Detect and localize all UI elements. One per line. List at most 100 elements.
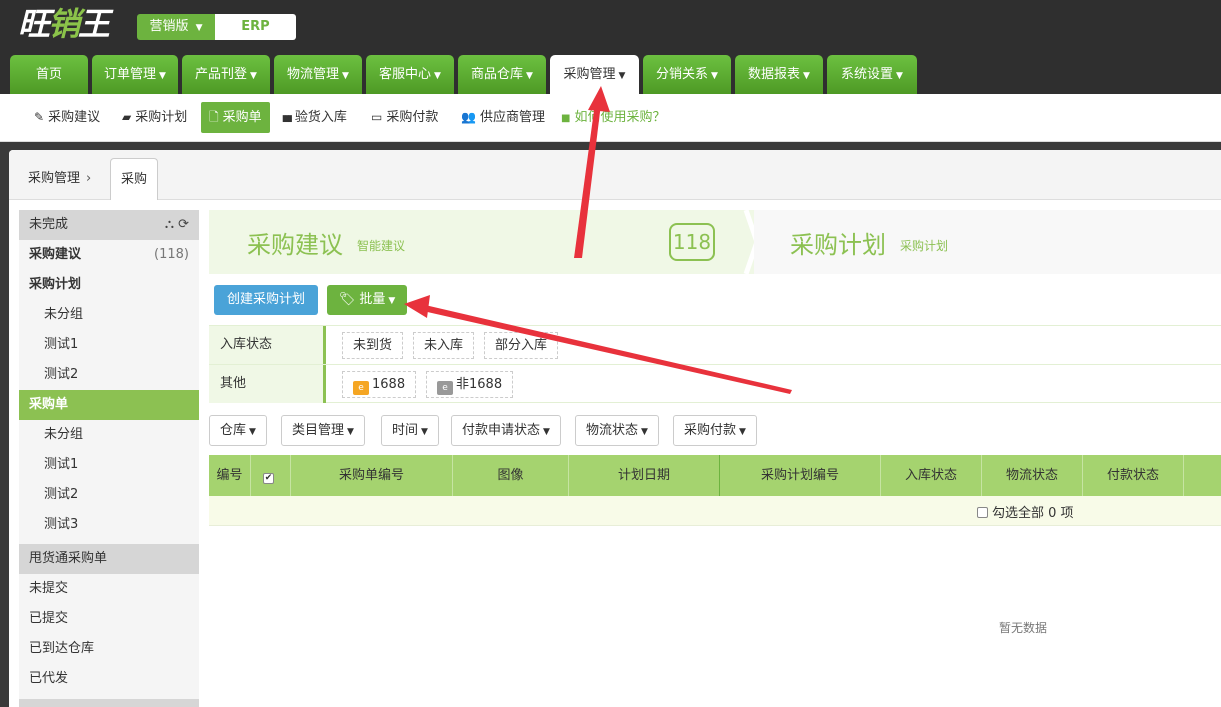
nav-tab-label: 产品刊登 — [195, 67, 248, 82]
file-icon: 🗋 — [209, 110, 219, 124]
dropdown-category[interactable]: 类目管理 ▼ — [281, 415, 365, 446]
col-plan-date[interactable]: 计划日期 — [569, 455, 720, 496]
sidebar-item-label: 采购单 — [29, 397, 69, 412]
filter-row-stock-status: 入库状态 未到货 未入库 部分入库 — [209, 325, 1221, 364]
dropdown-label: 仓库 — [220, 423, 247, 438]
checkbox-icon — [977, 507, 988, 518]
col-plan-number[interactable]: 采购计划编号 — [720, 455, 881, 496]
caret-down-icon: ▼ — [250, 71, 257, 81]
sidebar-item-label: 已提交 — [29, 611, 69, 626]
sidebar-item-order-ungrouped[interactable]: 未分组 — [19, 420, 199, 450]
app-logo[interactable]: 旺销王 — [18, 4, 130, 44]
sidebar-item-submitted[interactable]: 已提交 — [19, 604, 199, 634]
nav-tab-settings[interactable]: 系统设置 ▼ — [827, 55, 917, 94]
subnav-label: 如何使用采购？ — [574, 110, 666, 125]
dropdown-logistics-status[interactable]: 物流状态 ▼ — [575, 415, 659, 446]
sidebar-item-order-test3[interactable]: 测试3 — [19, 510, 199, 540]
alibaba-1688-icon: e — [353, 381, 369, 395]
col-payment-status[interactable]: 付款状态 — [1083, 455, 1184, 496]
subnav-label: 供应商管理 — [479, 110, 545, 125]
filter-chip-partial-stocked[interactable]: 部分入库 — [484, 332, 559, 359]
batch-button[interactable]: 🏷 批量 ▼ — [327, 285, 407, 315]
dropdown-time[interactable]: 时间 ▼ — [381, 415, 439, 446]
nav-tab-listing[interactable]: 产品刊登 ▼ — [182, 55, 270, 94]
nav-tab-label: 采购管理 — [563, 67, 616, 82]
video-icon: ■ — [561, 113, 571, 124]
nav-tab-label: 首页 — [35, 67, 62, 82]
breadcrumb-parent[interactable]: 采购管理 › — [28, 167, 91, 186]
filter-chip-non-1688[interactable]: e 非1688 — [426, 371, 514, 398]
section-title: 甩货通采购单 — [29, 551, 108, 566]
caret-down-icon: ▼ — [421, 427, 428, 437]
sitemap-icon[interactable]: ⛬ — [165, 217, 174, 232]
dropdown-purchase-payment[interactable]: 采购付款 ▼ — [673, 415, 757, 446]
col-stock-status[interactable]: 入库状态 — [881, 455, 982, 496]
subnav-purchase-plan[interactable]: ▰ 采购计划 — [122, 102, 187, 133]
subnav-label: 采购计划 — [135, 110, 188, 125]
subnav-purchase-order[interactable]: 🗋 采购单 — [201, 102, 270, 133]
step-purchase-suggestion[interactable]: 采购建议 智能建议 118 — [209, 210, 749, 274]
nav-tab-reports[interactable]: 数据报表 ▼ — [735, 55, 823, 94]
nav-tab-orders[interactable]: 订单管理 ▼ — [92, 55, 178, 94]
nav-tab-label: 分销关系 — [656, 67, 709, 82]
sidebar-item-not-submitted[interactable]: 未提交 — [19, 574, 199, 604]
filter-chip-1688[interactable]: e 1688 — [342, 371, 417, 398]
dropdown-payment-request-status[interactable]: 付款申请状态 ▼ — [451, 415, 561, 446]
sidebar-item-order-test1[interactable]: 测试1 — [19, 450, 199, 480]
select-all-checkbox[interactable]: 勾选全部 0 项 — [977, 502, 1074, 521]
subnav-suppliers[interactable]: 👥 供应商管理 — [461, 102, 545, 133]
filter-chip-not-stocked[interactable]: 未入库 — [413, 332, 475, 359]
subnav-help-link[interactable]: ■ 如何使用采购？ — [561, 102, 665, 133]
sidebar-item-purchase-plan[interactable]: 采购计划 — [19, 270, 199, 300]
caret-down-icon: ▼ — [618, 71, 626, 81]
subnav-inspection[interactable]: ▮▮▮ 验货入库 — [282, 102, 347, 133]
edition-switcher[interactable]: 营销版 ▼ — [137, 14, 215, 40]
dropdown-warehouse[interactable]: 仓库 ▼ — [209, 415, 267, 446]
subnav-purchase-suggestion[interactable]: ✎ 采购建议 — [34, 102, 100, 133]
nav-tab-label: 物流管理 — [287, 67, 340, 82]
nav-tab-warehouse[interactable]: 商品仓库 ▼ — [458, 55, 546, 94]
nav-tab-service[interactable]: 客服中心 ▼ — [366, 55, 454, 94]
subnav-payment[interactable]: ▭ 采购付款 — [371, 102, 438, 133]
pencil-icon: ✎ — [34, 110, 45, 124]
erp-button[interactable]: ERP — [215, 14, 296, 40]
step-purchase-plan[interactable]: 采购计划 采购计划 — [754, 210, 1221, 274]
caret-down-icon: ▼ — [388, 296, 396, 306]
section-title: 未完成 — [29, 217, 69, 232]
sidebar-item-arrived[interactable]: 已到达仓库 — [19, 634, 199, 664]
filter-label: 入库状态 — [209, 326, 326, 364]
filter-chip-not-arrived[interactable]: 未到货 — [342, 332, 404, 359]
col-logistics-status[interactable]: 物流状态 — [982, 455, 1083, 496]
nav-tab-purchasing[interactable]: 采购管理 ▼ — [550, 55, 639, 94]
nav-tab-home[interactable]: 首页 — [10, 55, 88, 94]
caret-down-icon: ▼ — [641, 427, 648, 437]
sidebar-item-dropshipped[interactable]: 已代发 — [19, 664, 199, 694]
tag-icon: 🏷 — [338, 292, 356, 307]
sidebar-item-purchase-order[interactable]: 采购单 — [19, 390, 199, 420]
sidebar-item-plan-test1[interactable]: 测试1 — [19, 330, 199, 360]
breadcrumb: 采购管理 › 采购 — [9, 150, 1221, 200]
col-order-number[interactable]: 采购单编号 — [291, 455, 453, 496]
step-title: 采购建议 — [247, 231, 343, 259]
barcode-icon: ▮▮▮ — [282, 114, 293, 124]
sidebar-item-plan-ungrouped[interactable]: 未分组 — [19, 300, 199, 330]
col-image[interactable]: 图像 — [453, 455, 569, 496]
nav-tab-label: 系统设置 — [841, 67, 894, 82]
checkbox-checked-icon[interactable]: ✔ — [263, 473, 274, 484]
caret-down-icon: ▼ — [434, 71, 441, 81]
sidebar-item-plan-test2[interactable]: 测试2 — [19, 360, 199, 390]
sidebar: 未完成 ⛬ ⟳ 采购建议 (118) 采购计划 未分组 测试1 测试2 采购单 未… — [19, 210, 199, 707]
users-icon: 👥 — [461, 110, 476, 124]
col-select[interactable]: ✔ — [251, 455, 291, 496]
page-tab-purchase[interactable]: 采购 — [110, 158, 158, 200]
refresh-icon[interactable]: ⟳ — [178, 217, 189, 232]
edition-label: 营销版 — [149, 19, 189, 34]
nav-tab-logistics[interactable]: 物流管理 ▼ — [274, 55, 362, 94]
sidebar-item-purchase-suggestion[interactable]: 采购建议 (118) — [19, 240, 199, 270]
col-index[interactable]: 编号 — [209, 455, 251, 496]
sidebar-item-order-test2[interactable]: 测试2 — [19, 480, 199, 510]
card-icon: ▭ — [371, 110, 383, 124]
create-plan-button[interactable]: 创建采购计划 — [214, 285, 318, 315]
caret-down-icon: ▼ — [803, 71, 810, 81]
nav-tab-distribution[interactable]: 分销关系 ▼ — [643, 55, 731, 94]
